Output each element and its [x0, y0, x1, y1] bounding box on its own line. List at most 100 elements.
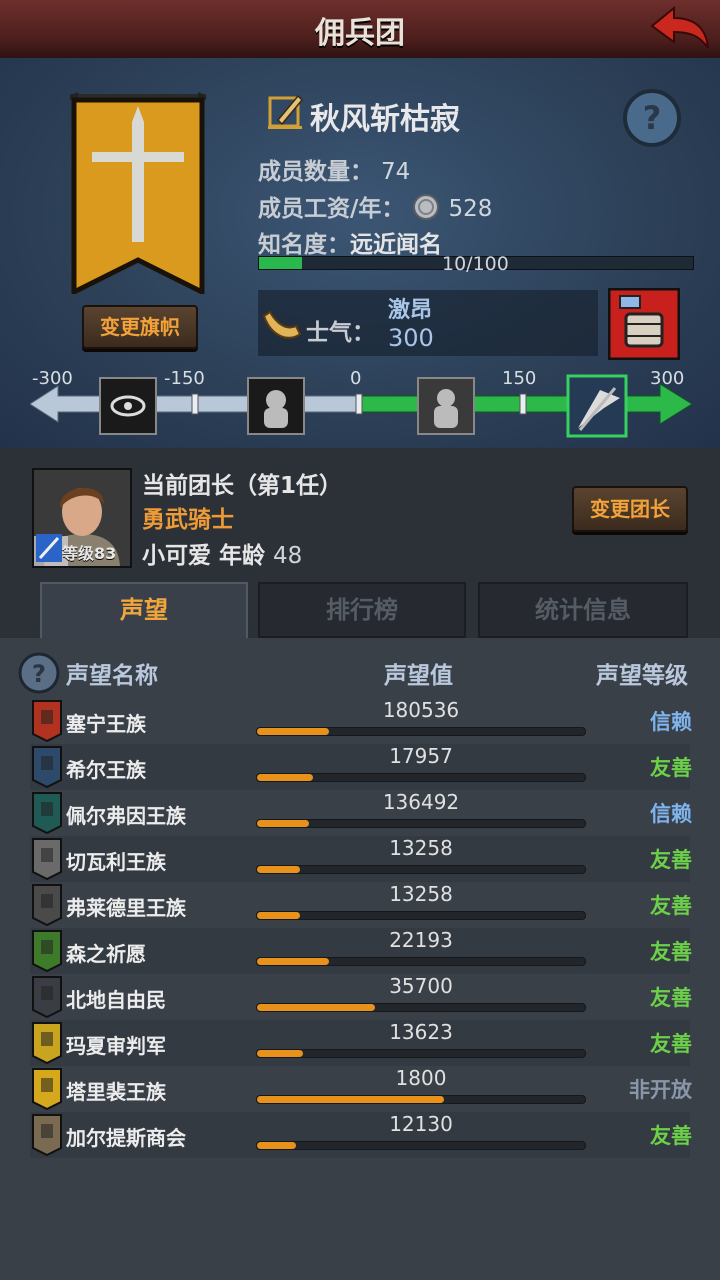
- faction-crest-icon: [32, 884, 62, 926]
- members-label: 成员数量：: [258, 159, 373, 185]
- sword-icon: [36, 534, 62, 562]
- reputation-row[interactable]: 佩尔弗因王族 136492 信赖: [30, 790, 692, 836]
- silver-coin-icon: [413, 194, 440, 220]
- fame-label: 知名度：: [258, 232, 350, 258]
- faction-name: 塞宁王族: [66, 712, 146, 736]
- morale-icon-wavering: [247, 377, 305, 435]
- reputation-row[interactable]: 切瓦利王族 13258 友善: [30, 836, 692, 882]
- fame-progress-text: 10/100: [442, 253, 509, 275]
- scale-tick-0: 0: [350, 368, 362, 389]
- reputation-row[interactable]: 塔里裴王族 1800 非开放: [30, 1066, 692, 1112]
- tab-statistics[interactable]: 统计信息: [478, 582, 688, 638]
- back-arrow-icon[interactable]: [648, 4, 712, 54]
- company-banner-icon: [70, 92, 206, 294]
- reputation-value: 13258: [389, 882, 453, 906]
- reputation-value: 13623: [389, 1020, 453, 1044]
- change-leader-button[interactable]: 变更团长: [572, 486, 688, 532]
- faction-crest-icon: [32, 1114, 62, 1156]
- scale-tick-minus-150: -150: [164, 368, 205, 389]
- company-name: 秋风斩枯寂: [310, 102, 460, 137]
- horn-icon: [262, 310, 302, 339]
- scale-tick-minus-300: -300: [32, 368, 73, 389]
- faction-name: 玛夏审判军: [66, 1034, 166, 1058]
- change-banner-button[interactable]: 变更旗帜: [82, 305, 198, 349]
- faction-crest-icon: [32, 746, 62, 788]
- help-icon[interactable]: ?: [622, 88, 682, 148]
- reputation-progress-bar: [256, 1049, 586, 1058]
- tab-ranking[interactable]: 排行榜: [258, 582, 466, 638]
- reputation-value: 13258: [389, 836, 453, 860]
- faction-crest-icon: [32, 792, 62, 834]
- reputation-progress-bar: [256, 727, 586, 736]
- reputation-progress-fill: [257, 1050, 303, 1057]
- edit-name-icon[interactable]: [268, 92, 304, 130]
- reputation-level: 友善: [650, 1124, 692, 1148]
- morale-icon-broken: [99, 377, 157, 435]
- header-reputation-value: 声望值: [384, 663, 453, 689]
- reputation-level: 友善: [650, 1032, 692, 1056]
- morale-value: 300: [388, 324, 434, 352]
- reputation-row[interactable]: 森之祈愿 22193 友善: [30, 928, 692, 974]
- reputation-value: 1800: [395, 1066, 447, 1090]
- reputation-row[interactable]: 加尔提斯商会 12130 友善: [30, 1112, 692, 1158]
- fame-stat: 知名度：远近闻名: [258, 225, 442, 259]
- reputation-progress-bar: [256, 773, 586, 782]
- leader-portrait[interactable]: 等级83: [32, 468, 132, 568]
- reputation-value: 180536: [382, 698, 460, 722]
- faction-crest-icon: [32, 700, 62, 742]
- reputation-progress-bar: [256, 957, 586, 966]
- war-drum-icon[interactable]: [608, 288, 680, 360]
- faction-name: 希尔王族: [66, 758, 146, 782]
- reputation-progress-fill: [257, 958, 330, 965]
- fame-progress-fill: [259, 257, 303, 269]
- reputation-level: 友善: [650, 986, 692, 1010]
- wage-value: 528: [448, 196, 493, 222]
- tab-reputation[interactable]: 声望: [40, 582, 248, 642]
- reputation-progress-bar: [256, 911, 586, 920]
- page-title: 佣兵团: [315, 16, 405, 51]
- faction-name: 加尔提斯商会: [66, 1126, 186, 1150]
- reputation-row[interactable]: 弗莱德里王族 13258 友善: [30, 882, 692, 928]
- reputation-progress-fill: [257, 820, 310, 827]
- faction-crest-icon: [32, 838, 62, 880]
- reputation-value: 12130: [389, 1112, 453, 1136]
- reputation-progress-fill: [257, 912, 300, 919]
- reputation-progress-fill: [257, 728, 330, 735]
- svg-text:?: ?: [643, 99, 662, 137]
- reputation-level: 友善: [650, 756, 692, 780]
- reputation-value: 35700: [389, 974, 453, 998]
- scale-tick-300: 300: [650, 368, 685, 389]
- reputation-row[interactable]: 北地自由民 35700 友善: [30, 974, 692, 1020]
- reputation-help-icon[interactable]: ?: [18, 652, 60, 694]
- reputation-row[interactable]: 玛夏审判军 13623 友善: [30, 1020, 692, 1066]
- faction-crest-icon: [32, 1022, 62, 1064]
- scale-tick-150: 150: [502, 368, 537, 389]
- faction-name: 森之祈愿: [66, 942, 146, 966]
- leader-name-label: 小可爱 年龄: [142, 543, 266, 569]
- header-reputation-level: 声望等级: [596, 663, 688, 689]
- wage-label: 成员工资/年：: [258, 196, 405, 222]
- members-stat: 成员数量： 74: [258, 152, 410, 186]
- wage-stat: 成员工资/年： 528: [258, 189, 492, 223]
- reputation-value: 22193: [389, 928, 453, 952]
- reputation-level: 友善: [650, 894, 692, 918]
- morale-scale: [30, 374, 693, 438]
- reputation-row[interactable]: 塞宁王族 180536 信赖: [30, 698, 692, 744]
- members-value: 74: [381, 159, 411, 185]
- leader-age: 48: [273, 543, 303, 569]
- faction-crest-icon: [32, 976, 62, 1018]
- leader-name-age: 小可爱 年龄 48: [142, 536, 302, 570]
- reputation-value: 136492: [382, 790, 460, 814]
- reputation-progress-bar: [256, 1141, 586, 1150]
- reputation-progress-fill: [257, 866, 300, 873]
- reputation-level: 信赖: [650, 802, 692, 826]
- leader-class: 勇武骑士: [142, 507, 234, 533]
- morale-label: 士气：: [306, 320, 375, 346]
- reputation-level: 友善: [650, 940, 692, 964]
- faction-name: 北地自由民: [66, 988, 166, 1012]
- reputation-progress-fill: [257, 1096, 444, 1103]
- reputation-row[interactable]: 希尔王族 17957 友善: [30, 744, 692, 790]
- faction-crest-icon: [32, 930, 62, 972]
- faction-name: 佩尔弗因王族: [66, 804, 186, 828]
- reputation-value: 17957: [389, 744, 453, 768]
